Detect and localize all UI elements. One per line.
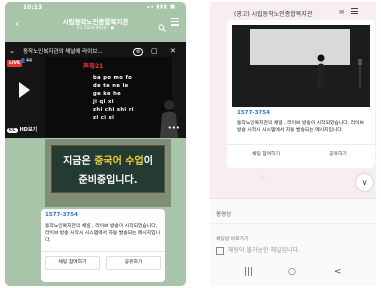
pinyin-line: de te ne le	[93, 83, 129, 89]
chat-disabled-field: 체팅이 불가능한 채널입니다.	[216, 245, 300, 255]
down-chevron-icon[interactable]: ⌄	[9, 47, 15, 55]
menu-icon[interactable]	[351, 8, 358, 16]
settings-icon[interactable]: ⚙	[133, 48, 144, 56]
phone-number-link[interactable]: 1577-3754	[45, 212, 78, 218]
chat-room-screen: 10:13 ▴◂ ▮▮▮ ■ ‹ 시립동작노인종합복지관 02-2828-864…	[5, 2, 186, 286]
presenter-figure	[317, 54, 325, 89]
recents-icon[interactable]: |||	[244, 267, 253, 277]
mail-icon[interactable]: ✉	[339, 9, 344, 16]
message-body: 동작노인복지관의 채널 , 라이브 방송이 시작되었습니다. 라이브 방송 시작…	[237, 121, 364, 133]
preparing-banner-image: 지금은 중국어 수업이 준비중입니다.	[45, 139, 171, 207]
divider	[210, 223, 376, 224]
video-thumbnail[interactable]	[232, 25, 370, 107]
pinyin-line: zi ci si	[93, 115, 115, 121]
share-button[interactable]: 공유하기	[307, 148, 369, 162]
message-detail-screen: (광고) 시립동작노인종합복지관 ✉ 1577-3754 동작노인복지관의 채널…	[210, 2, 376, 286]
home-icon[interactable]: ○	[288, 267, 296, 277]
pip-icon[interactable]: ▢	[151, 47, 158, 55]
sender-title: (광고) 시립동작노인종합복지관	[234, 11, 313, 18]
banner-line-2: 준비중입니다.	[78, 175, 138, 186]
chat-disabled-text: 체팅이 불가능한 채널입니다.	[228, 247, 300, 254]
join-chat-button[interactable]: 채팅 참여하기	[235, 148, 297, 162]
banner-line-1: 지금은 중국어 수업이	[63, 156, 153, 167]
divider	[210, 198, 376, 199]
status-time: 10:13	[23, 4, 43, 11]
quality-toggle[interactable]: CC HD보기	[7, 126, 37, 133]
status-bar: 10:13 ▴◂ ▮▮▮ ■	[5, 2, 186, 14]
back-icon[interactable]: <	[334, 267, 342, 277]
divider	[227, 144, 375, 145]
divider	[41, 251, 165, 252]
live-notice-card: 1577-3754 동작노인복지관의 채널 , 라이브 방송이 시작되었습니다.…	[227, 20, 375, 168]
star-icon[interactable]: ☆	[258, 174, 266, 184]
system-nav-bar: ||| ○ <	[210, 262, 376, 286]
video-title: 동작노인복지관의 채널에 라이브...	[23, 49, 103, 55]
status-indicators: ▴◂ ▮▮▮ ■	[146, 4, 176, 10]
chevron-down-icon[interactable]: ∨	[356, 174, 373, 191]
more-icon[interactable]: •••	[168, 124, 180, 132]
close-icon[interactable]: ✕	[170, 47, 176, 55]
chalkboard: 지금은 중국어 수업이 준비중입니다.	[51, 145, 165, 193]
pinyin-line: ji qi xi	[93, 99, 114, 105]
screenshot-canvas: 10:13 ▴◂ ▮▮▮ ■ ‹ 시립동작노인종합복지관 02-2828-864…	[0, 0, 381, 288]
cc-badge: CC	[7, 128, 18, 133]
pinyin-line: zhi chi shi ri	[93, 107, 134, 113]
section-label: 동영상	[216, 212, 232, 218]
join-chat-button[interactable]: 채팅 참여하기	[45, 256, 100, 270]
chat-link-label[interactable]: 채팅방 바로가기	[216, 235, 248, 242]
checkbox-icon	[216, 246, 224, 255]
message-body: 동작노인복지관의 채널 , 라이브 방송이 시작되었습니다. 라이브 방송 시작…	[45, 224, 161, 243]
bottom-panel: 동영상 채팅방 바로가기 체팅이 불가능한 채널입니다. ||| ○ <	[210, 198, 376, 286]
chat-header: ‹ 시립동작노인종합복지관 02-2828-8640 · ●	[5, 14, 186, 36]
camera-stand-icon	[358, 59, 362, 89]
projector-screen	[250, 29, 350, 65]
search-icon[interactable]	[158, 17, 166, 32]
viewer-count: 👤44	[20, 59, 33, 64]
pinyin-heading: 声母21	[83, 63, 104, 70]
play-icon[interactable]	[19, 82, 30, 98]
share-button[interactable]: 공유하기	[106, 256, 161, 270]
menu-icon[interactable]	[171, 18, 179, 28]
phone-number-link[interactable]: 1577-3754	[237, 110, 270, 116]
pinyin-line: ba po mo fo	[93, 75, 133, 81]
pinyin-line: ge ke he	[93, 91, 122, 97]
quality-label: HD보기	[19, 127, 38, 133]
projector-screen	[45, 57, 172, 137]
live-notice-message: 1577-3754 동작노인복지관의 채널 , 라이브 방송이 시작되었습니다.…	[41, 209, 165, 282]
instructor-figure	[160, 100, 178, 138]
live-video-player[interactable]: ⌄ 동작노인복지관의 채널에 라이브... ⚙ ▢ ✕ LIVE 👤44 声母2…	[5, 42, 186, 138]
